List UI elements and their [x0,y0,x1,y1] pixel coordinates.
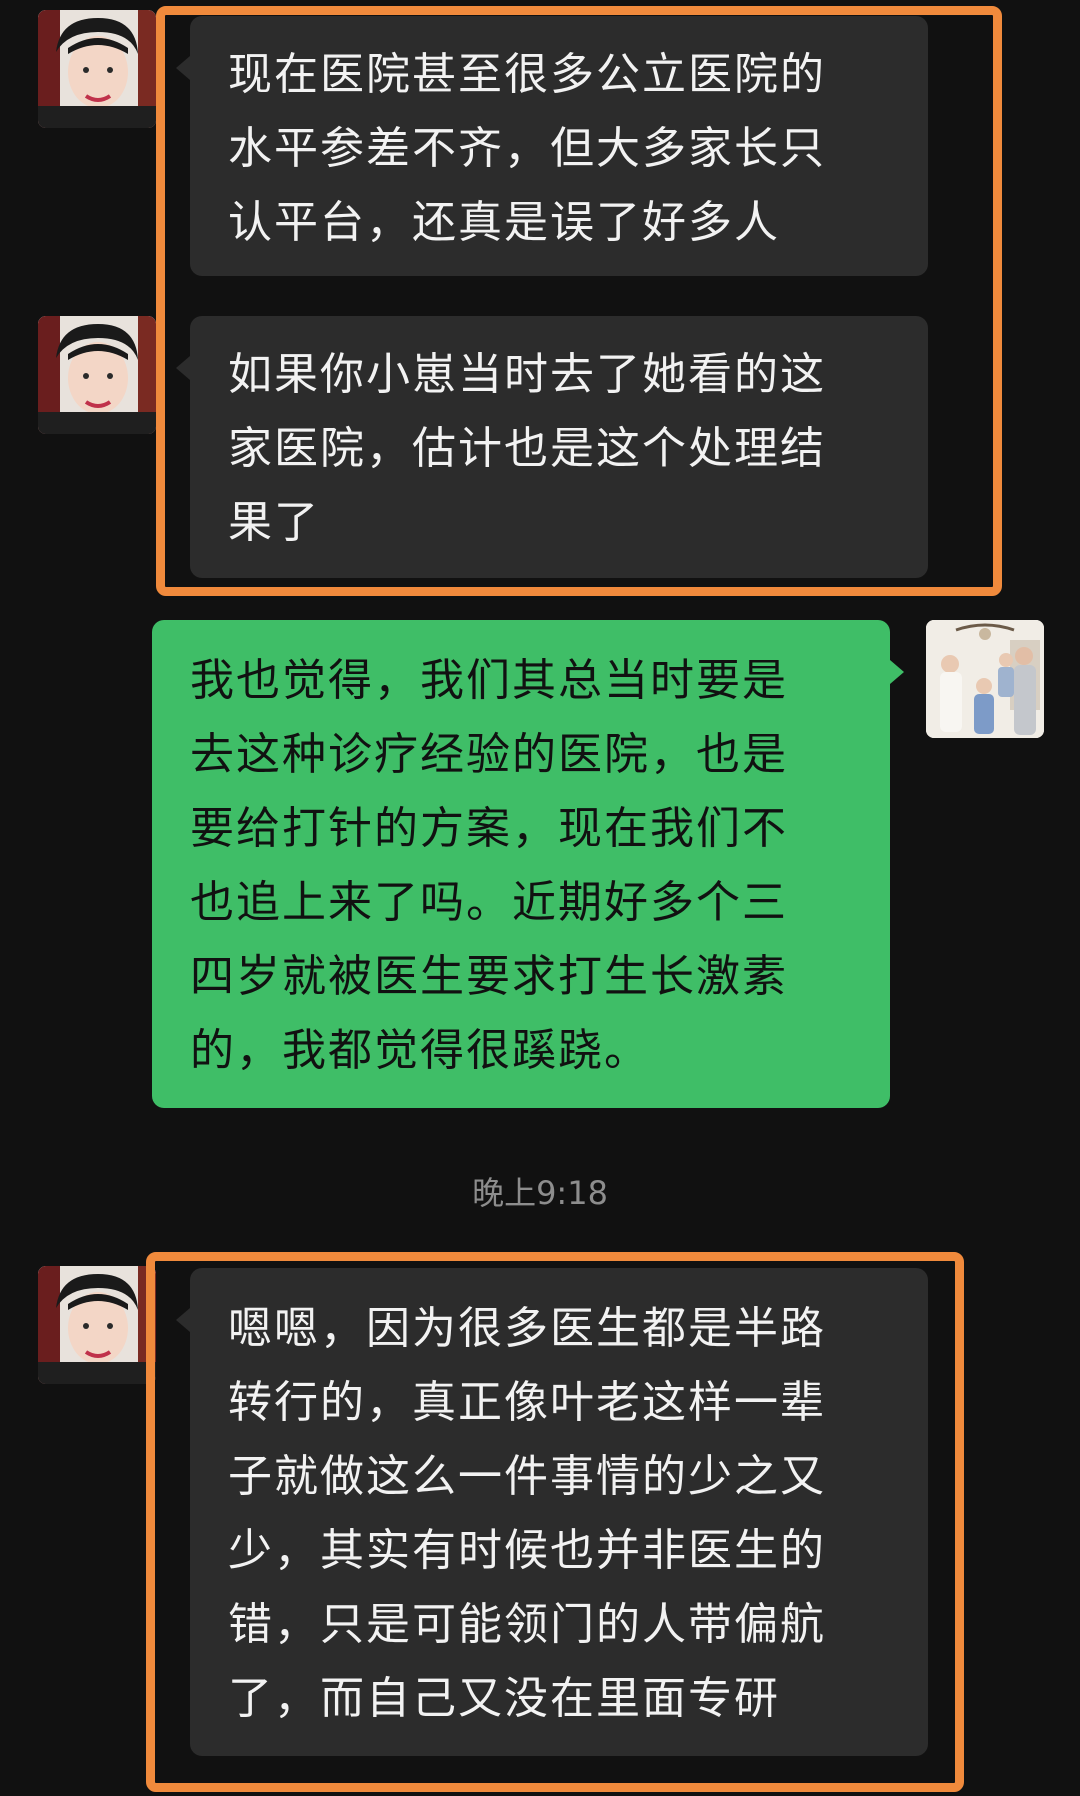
message-line: 现在医院甚至很多公立医院的 [228,49,826,100]
message-line: 少，其实有时候也并非医生的 [228,1525,826,1576]
message-line: 也追上来了吗。近期好多个三 [190,877,788,928]
message-line: 错，只是可能领门的人带偏航 [228,1599,826,1650]
message-line: 如果你小崽当时去了她看的这 [228,349,826,400]
message-line: 的，我都觉得很蹊跷。 [190,1025,650,1076]
message-bubble[interactable]: 如果你小崽当时去了她看的这 家医院，估计也是这个处理结 果了 [176,316,928,578]
message-bubble-self[interactable]: 我也觉得，我们其总当时要是 去这种诊疗经验的医院，也是 要给打针的方案，现在我们… [152,620,904,1108]
contact-photo-icon [38,1266,156,1384]
message-line: 认平台，还真是误了好多人 [228,197,780,248]
avatar-contact[interactable] [38,316,156,434]
message-timestamp: 晚上9:18 [472,1174,608,1212]
contact-photo-icon [38,10,156,128]
message-line: 要给打针的方案，现在我们不 [190,803,788,854]
message-line: 水平参差不齐，但大多家长只 [228,123,826,174]
avatar-contact[interactable] [38,10,156,128]
message-line: 我也觉得，我们其总当时要是 [190,655,788,706]
message-line: 四岁就被医生要求打生长激素 [190,951,788,1002]
message-line: 转行的，真正像叶老这样一辈 [228,1377,826,1428]
message-line: 子就做这么一件事情的少之又 [228,1451,826,1502]
message-line: 了，而自己又没在里面专研 [228,1673,780,1724]
avatar-contact[interactable] [38,1266,156,1384]
message-line: 去这种诊疗经验的医院，也是 [190,729,788,780]
message-line: 果了 [228,497,320,548]
message-line: 嗯嗯，因为很多医生都是半路 [228,1303,826,1354]
message-bubble[interactable]: 现在医院甚至很多公立医院的 水平参差不齐，但大多家长只 认平台，还真是误了好多人 [176,16,928,276]
message-bubble[interactable]: 嗯嗯，因为很多医生都是半路 转行的，真正像叶老这样一辈 子就做这么一件事情的少之… [176,1268,928,1756]
message-line: 家医院，估计也是这个处理结 [228,423,826,474]
avatar-self[interactable] [926,620,1044,738]
family-photo-icon [926,620,1044,738]
contact-photo-icon [38,316,156,434]
